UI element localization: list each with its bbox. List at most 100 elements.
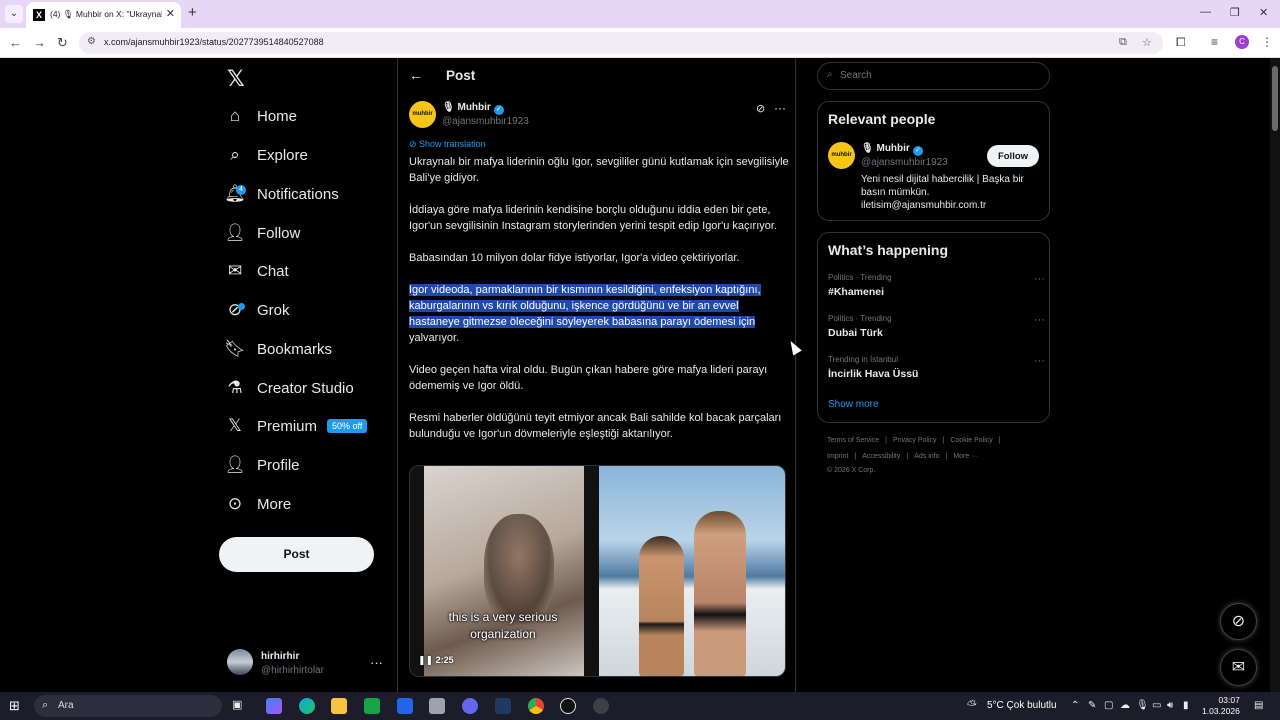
media-control-icon[interactable]: ≡: [1211, 35, 1218, 49]
relevant-avatar[interactable]: muhbir: [828, 142, 855, 169]
battery-icon[interactable]: ▮: [1183, 700, 1189, 711]
steam-icon[interactable]: [495, 698, 511, 714]
weather-text[interactable]: 5°C Çok bulutlu: [987, 700, 1057, 711]
footer-link[interactable]: Terms of Service: [827, 437, 879, 444]
tray-icon[interactable]: ▢: [1104, 700, 1113, 711]
trend-more-icon[interactable]: ···: [1034, 314, 1045, 326]
search-box[interactable]: ⌕: [817, 62, 1050, 90]
footer-link[interactable]: More ···: [953, 453, 978, 460]
show-translation-link[interactable]: ⊘ Show translation: [409, 139, 486, 150]
page-scrollbar[interactable]: [1270, 58, 1280, 692]
back-arrow-icon[interactable]: ←: [409, 67, 423, 83]
messages-fab-icon[interactable]: ✉: [1220, 649, 1257, 686]
site-info-icon[interactable]: ⚙: [87, 36, 96, 47]
window-close-icon[interactable]: ✕: [1259, 6, 1268, 19]
app-icon[interactable]: [429, 698, 445, 714]
account-avatar[interactable]: [227, 649, 253, 675]
grok-fab-icon[interactable]: ⊘: [1220, 603, 1257, 640]
trend-item[interactable]: Trending in İstanbul İncirlik Hava Üssü …: [828, 355, 1045, 380]
account-handle[interactable]: @hirhirhirtolar: [261, 665, 324, 676]
outlook-icon[interactable]: [397, 698, 413, 714]
post-column: ← Post muhbir 🎙︎ Muhbir ✓ @ajansmuhbir192…: [397, 58, 796, 692]
post-button[interactable]: Post: [219, 537, 374, 572]
show-more-link[interactable]: Show more: [828, 399, 879, 410]
grok-explain-icon[interactable]: ⊘: [756, 102, 765, 115]
edge-icon[interactable]: [299, 698, 315, 714]
discord-icon[interactable]: [462, 698, 478, 714]
follow-button[interactable]: Follow: [987, 145, 1039, 167]
address-bar[interactable]: ⚙ x.com/ajansmuhbir1923/status/202773951…: [79, 32, 1163, 54]
browser-tab[interactable]: X (4) 🎙 Muhbir on X: "Ukraynalı ✕: [26, 2, 181, 28]
search-input[interactable]: [840, 70, 1040, 81]
footer-link[interactable]: Privacy Policy: [893, 437, 937, 444]
trend-name: İncirlik Hava Üssü: [828, 368, 919, 380]
sidebar-item-profile[interactable]: 👤︎ Profile: [224, 450, 299, 480]
app-icon[interactable]: [560, 698, 576, 714]
sidebar-item-follow[interactable]: 👤︎ Follow: [224, 218, 300, 248]
relevant-handle[interactable]: @ajansmuhbir1923: [861, 157, 948, 168]
restore-icon[interactable]: ❐: [1230, 6, 1240, 19]
extensions-icon[interactable]: ⧠: [1176, 35, 1186, 50]
sidebar-item-bookmarks[interactable]: 🔖︎ Bookmarks: [224, 334, 332, 364]
bookmark-star-icon[interactable]: ☆: [1142, 36, 1152, 49]
tab-list-button[interactable]: ⌄: [5, 5, 23, 23]
video-player[interactable]: this is a very serious organization ❚❚ 2…: [409, 465, 786, 677]
file-explorer-icon[interactable]: [331, 698, 347, 714]
windows-start-icon[interactable]: ⊞: [9, 698, 20, 714]
store-icon[interactable]: [364, 698, 380, 714]
author-name[interactable]: 🎙︎ Muhbir ✓: [442, 102, 504, 115]
trend-more-icon[interactable]: ···: [1034, 273, 1045, 285]
author-handle[interactable]: @ajansmuhbir1923: [442, 116, 529, 127]
tab-title: (4) 🎙 Muhbir on X: "Ukraynalı: [50, 9, 162, 19]
microphone-icon[interactable]: 🎙︎: [1136, 700, 1149, 711]
pause-icon[interactable]: ❚❚: [418, 655, 436, 665]
taskbar-search[interactable]: ⌕ Ara: [34, 695, 222, 717]
sidebar-item-home[interactable]: ⌂ Home: [226, 101, 297, 131]
trend-item[interactable]: Politics · Trending Dubai Türk ···: [828, 314, 1045, 339]
task-view-icon[interactable]: ▣: [232, 698, 248, 714]
tray-chevron-icon[interactable]: ⌃: [1071, 700, 1079, 711]
minimize-icon[interactable]: —: [1200, 6, 1211, 18]
network-icon[interactable]: ▭: [1152, 700, 1161, 711]
forward-icon[interactable]: →: [33, 35, 46, 50]
install-app-icon[interactable]: ⧉: [1119, 36, 1127, 49]
tab-close-icon[interactable]: ✕: [166, 7, 175, 20]
video-timecode[interactable]: ❚❚ 2:25: [418, 655, 454, 666]
sidebar-item-grok[interactable]: ⊘ Grok: [226, 295, 290, 325]
profile-avatar-icon[interactable]: C: [1235, 35, 1249, 49]
trend-more-icon[interactable]: ···: [1034, 355, 1045, 367]
sidebar-item-notifications[interactable]: 🔔︎ 4 Notifications: [224, 179, 339, 209]
account-name[interactable]: hirhirhir: [261, 651, 299, 662]
copilot-icon[interactable]: [266, 698, 282, 714]
relevant-name[interactable]: 🎙︎ Muhbir ✓: [861, 143, 923, 156]
tray-icon[interactable]: ☁: [1120, 700, 1130, 711]
new-tab-icon[interactable]: +: [188, 4, 197, 21]
sidebar-item-label: More: [257, 495, 292, 513]
taskbar-clock[interactable]: 03:07 1.03.2026: [1202, 695, 1240, 717]
weather-icon[interactable]: ⛅︎: [967, 698, 977, 713]
trend-item[interactable]: Politics · Trending #Khamenei ···: [828, 273, 1045, 298]
x-logo-icon[interactable]: 𝕏: [227, 66, 245, 92]
footer-link[interactable]: Imprint: [827, 453, 848, 460]
sidebar-item-chat[interactable]: ✉ Chat: [226, 256, 289, 286]
account-more-icon[interactable]: ···: [370, 655, 383, 670]
notification-center-icon[interactable]: ▤: [1254, 700, 1263, 711]
sidebar-item-explore[interactable]: ⌕ Explore: [226, 140, 308, 170]
back-icon[interactable]: ←: [9, 35, 22, 50]
volume-icon[interactable]: 🔊︎: [1167, 700, 1173, 711]
footer-link[interactable]: Ads info: [914, 453, 939, 460]
app-icon[interactable]: [593, 698, 609, 714]
sidebar-item-creator-studio[interactable]: ⚗ Creator Studio: [226, 373, 353, 403]
sidebar-item-premium[interactable]: 𝕏 Premium 50% off: [226, 411, 368, 441]
selected-text: Igor videoda, parmaklarının bir kısmının…: [409, 284, 761, 328]
scrollbar-thumb[interactable]: [1272, 66, 1278, 131]
author-avatar[interactable]: muhbir: [409, 101, 436, 128]
post-more-icon[interactable]: ···: [774, 101, 786, 115]
pen-icon[interactable]: ✎: [1088, 700, 1096, 711]
reload-icon[interactable]: ↻: [57, 35, 68, 51]
chrome-icon[interactable]: [528, 698, 544, 714]
sidebar-item-more[interactable]: ⊙ More: [226, 489, 291, 519]
footer-link[interactable]: Accessibility: [862, 453, 900, 460]
footer-link[interactable]: Cookie Policy: [950, 437, 992, 444]
browser-menu-icon[interactable]: ⋮: [1261, 35, 1273, 49]
